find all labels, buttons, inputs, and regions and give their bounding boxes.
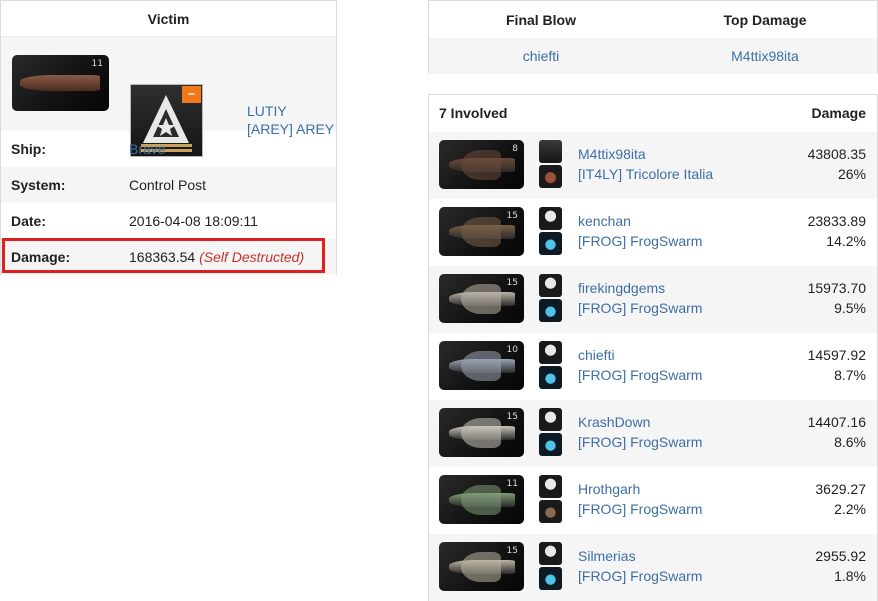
victim-date-row: Date: 2016-04-08 18:09:11: [1, 203, 336, 239]
top-damage-header-label: Top Damage: [723, 11, 807, 28]
involved-row: 15 firekingdgems [FROG] FrogSwarm 15973.70 9…: [429, 266, 877, 333]
ship-wing-shape: [461, 552, 501, 582]
final-blow-values: chiefti M4ttix98ita: [429, 38, 877, 74]
alliance-logo-icon[interactable]: [539, 475, 562, 498]
attacker-pilot-link[interactable]: firekingdgems: [578, 280, 665, 296]
final-blow-header-label: Final Blow: [506, 11, 576, 28]
ship-tier-label: 15: [506, 412, 518, 422]
involved-row: 11 Hrothgarh [FROG] FrogSwarm 3629.27 2.2%: [429, 467, 877, 534]
victim-system-row: System: Control Post: [1, 167, 336, 203]
victim-ship-row: Ship: Brave: [1, 131, 336, 167]
attacker-pilot-link[interactable]: chiefti: [578, 347, 615, 363]
alliance-logo-icon[interactable]: [539, 341, 562, 364]
ship-tier-label: 15: [506, 278, 518, 288]
victim-pilot-link[interactable]: LUTIY: [247, 102, 334, 120]
attacker-damage-percent: 2.2%: [834, 501, 866, 517]
attacker-pilot-link[interactable]: kenchan: [578, 213, 631, 229]
involved-row: 15 KrashDown [FROG] FrogSwarm 14407.16 8.6%: [429, 400, 877, 467]
involved-panel: 7 Involved Damage 8 M4ttix98ita [IT4LY] Tr…: [428, 94, 878, 601]
ship-wing-shape: [461, 150, 501, 180]
attacker-pilot-link[interactable]: KrashDown: [578, 414, 650, 430]
victim-ship-tier: 11: [91, 59, 103, 69]
alliance-logo-icon[interactable]: [539, 274, 562, 297]
ship-tier-label: 15: [506, 546, 518, 556]
attacker-corp-link[interactable]: [FROG] FrogSwarm: [578, 434, 702, 450]
attacker-damage-value: 14597.92: [807, 347, 866, 363]
corp-logo-icon[interactable]: [539, 366, 562, 389]
attacker-damage-value: 23833.89: [807, 213, 866, 229]
system-label: System:: [11, 177, 66, 193]
attacker-damage-percent: 8.6%: [834, 434, 866, 450]
final-blow-panel: Final Blow Top Damage chiefti M4ttix98it…: [428, 0, 878, 74]
attacker-pilot-link[interactable]: Hrothgarh: [578, 481, 640, 497]
alliance-logo-icon[interactable]: [539, 542, 562, 565]
victim-panel: Victim 11 – LUTIY [AREY] AREY Ship: Brav…: [0, 0, 337, 275]
involved-count-label: 7 Involved: [439, 105, 508, 121]
final-blow-header: Final Blow Top Damage: [429, 1, 877, 38]
ship-wing-shape: [461, 284, 501, 314]
ship-wing-shape: [461, 418, 501, 448]
system-value: Control Post: [129, 177, 207, 193]
attacker-damage-percent: 1.8%: [834, 568, 866, 584]
damage-column-label: Damage: [811, 105, 866, 121]
attacker-corp-link[interactable]: [IT4LY] Tricolore Italia: [578, 166, 713, 182]
corp-logo-icon[interactable]: [539, 500, 562, 523]
attacker-damage-percent: 9.5%: [834, 300, 866, 316]
attacker-damage-percent: 8.7%: [834, 367, 866, 383]
alliance-logo-icon[interactable]: [539, 140, 562, 163]
date-label: Date:: [11, 213, 47, 229]
involved-row: 15 kenchan [FROG] FrogSwarm 23833.89 14.2%: [429, 199, 877, 266]
corp-logo-icon[interactable]: [539, 567, 562, 590]
attacker-pilot-link[interactable]: Silmerias: [578, 548, 636, 564]
attacker-corp-link[interactable]: [FROG] FrogSwarm: [578, 367, 702, 383]
ship-wing-shape: [461, 217, 501, 247]
ship-wing-shape: [461, 485, 501, 515]
date-value: 2016-04-08 18:09:11: [129, 213, 258, 229]
attacker-damage-percent: 26%: [837, 166, 866, 182]
attacker-ship-icon[interactable]: 11: [439, 475, 524, 524]
top-damage-pilot-link[interactable]: M4ttix98ita: [731, 48, 799, 64]
attacker-corp-link[interactable]: [FROG] FrogSwarm: [578, 501, 702, 517]
alliance-logo-icon[interactable]: [539, 408, 562, 431]
attacker-damage-percent: 14.2%: [826, 233, 866, 249]
victim-ship-icon[interactable]: 11: [12, 55, 109, 111]
attacker-corp-link[interactable]: [FROG] FrogSwarm: [578, 300, 702, 316]
ship-tier-label: 10: [506, 345, 518, 355]
final-blow-pilot-link[interactable]: chiefti: [523, 48, 560, 64]
ship-tier-label: 15: [506, 211, 518, 221]
ship-value-link[interactable]: Brave: [129, 131, 166, 167]
attacker-ship-icon[interactable]: 15: [439, 207, 524, 256]
corp-logo-icon[interactable]: [539, 433, 562, 456]
victim-corp-badge: –: [182, 86, 201, 103]
attacker-ship-icon[interactable]: 8: [439, 140, 524, 189]
attacker-ship-icon[interactable]: 15: [439, 408, 524, 457]
attacker-damage-value: 2955.92: [815, 548, 866, 564]
ship-wing-shape: [461, 351, 501, 381]
attacker-ship-icon[interactable]: 15: [439, 542, 524, 591]
damage-highlight-box: [2, 238, 325, 273]
attacker-damage-value: 43808.35: [807, 146, 866, 162]
involved-row: 10 chiefti [FROG] FrogSwarm 14597.92 8.7%: [429, 333, 877, 400]
corp-logo-icon[interactable]: [539, 232, 562, 255]
involved-row: 15 Silmerias [FROG] FrogSwarm 2955.92 1.8%: [429, 534, 877, 601]
attacker-pilot-link[interactable]: M4ttix98ita: [578, 146, 646, 162]
attacker-corp-link[interactable]: [FROG] FrogSwarm: [578, 568, 702, 584]
ship-tier-label: 11: [506, 479, 518, 489]
alliance-logo-icon[interactable]: [539, 207, 562, 230]
victim-header: Victim: [1, 1, 336, 37]
corp-logo-icon[interactable]: [539, 165, 562, 188]
ship-tier-label: 8: [512, 144, 518, 154]
involved-row: 8 M4ttix98ita [IT4LY] Tricolore Italia 4380…: [429, 132, 877, 199]
victim-portrait-row: 11 – LUTIY [AREY] AREY: [1, 37, 336, 157]
attacker-damage-value: 3629.27: [815, 481, 866, 497]
attacker-damage-value: 15973.70: [807, 280, 866, 296]
attacker-ship-icon[interactable]: 10: [439, 341, 524, 390]
attacker-ship-icon[interactable]: 15: [439, 274, 524, 323]
attacker-corp-link[interactable]: [FROG] FrogSwarm: [578, 233, 702, 249]
ship-label: Ship:: [11, 141, 46, 157]
attacker-damage-value: 14407.16: [807, 414, 866, 430]
corp-logo-icon[interactable]: [539, 299, 562, 322]
involved-header: 7 Involved Damage: [429, 95, 877, 132]
involved-rows: 8 M4ttix98ita [IT4LY] Tricolore Italia 4380…: [429, 132, 877, 601]
